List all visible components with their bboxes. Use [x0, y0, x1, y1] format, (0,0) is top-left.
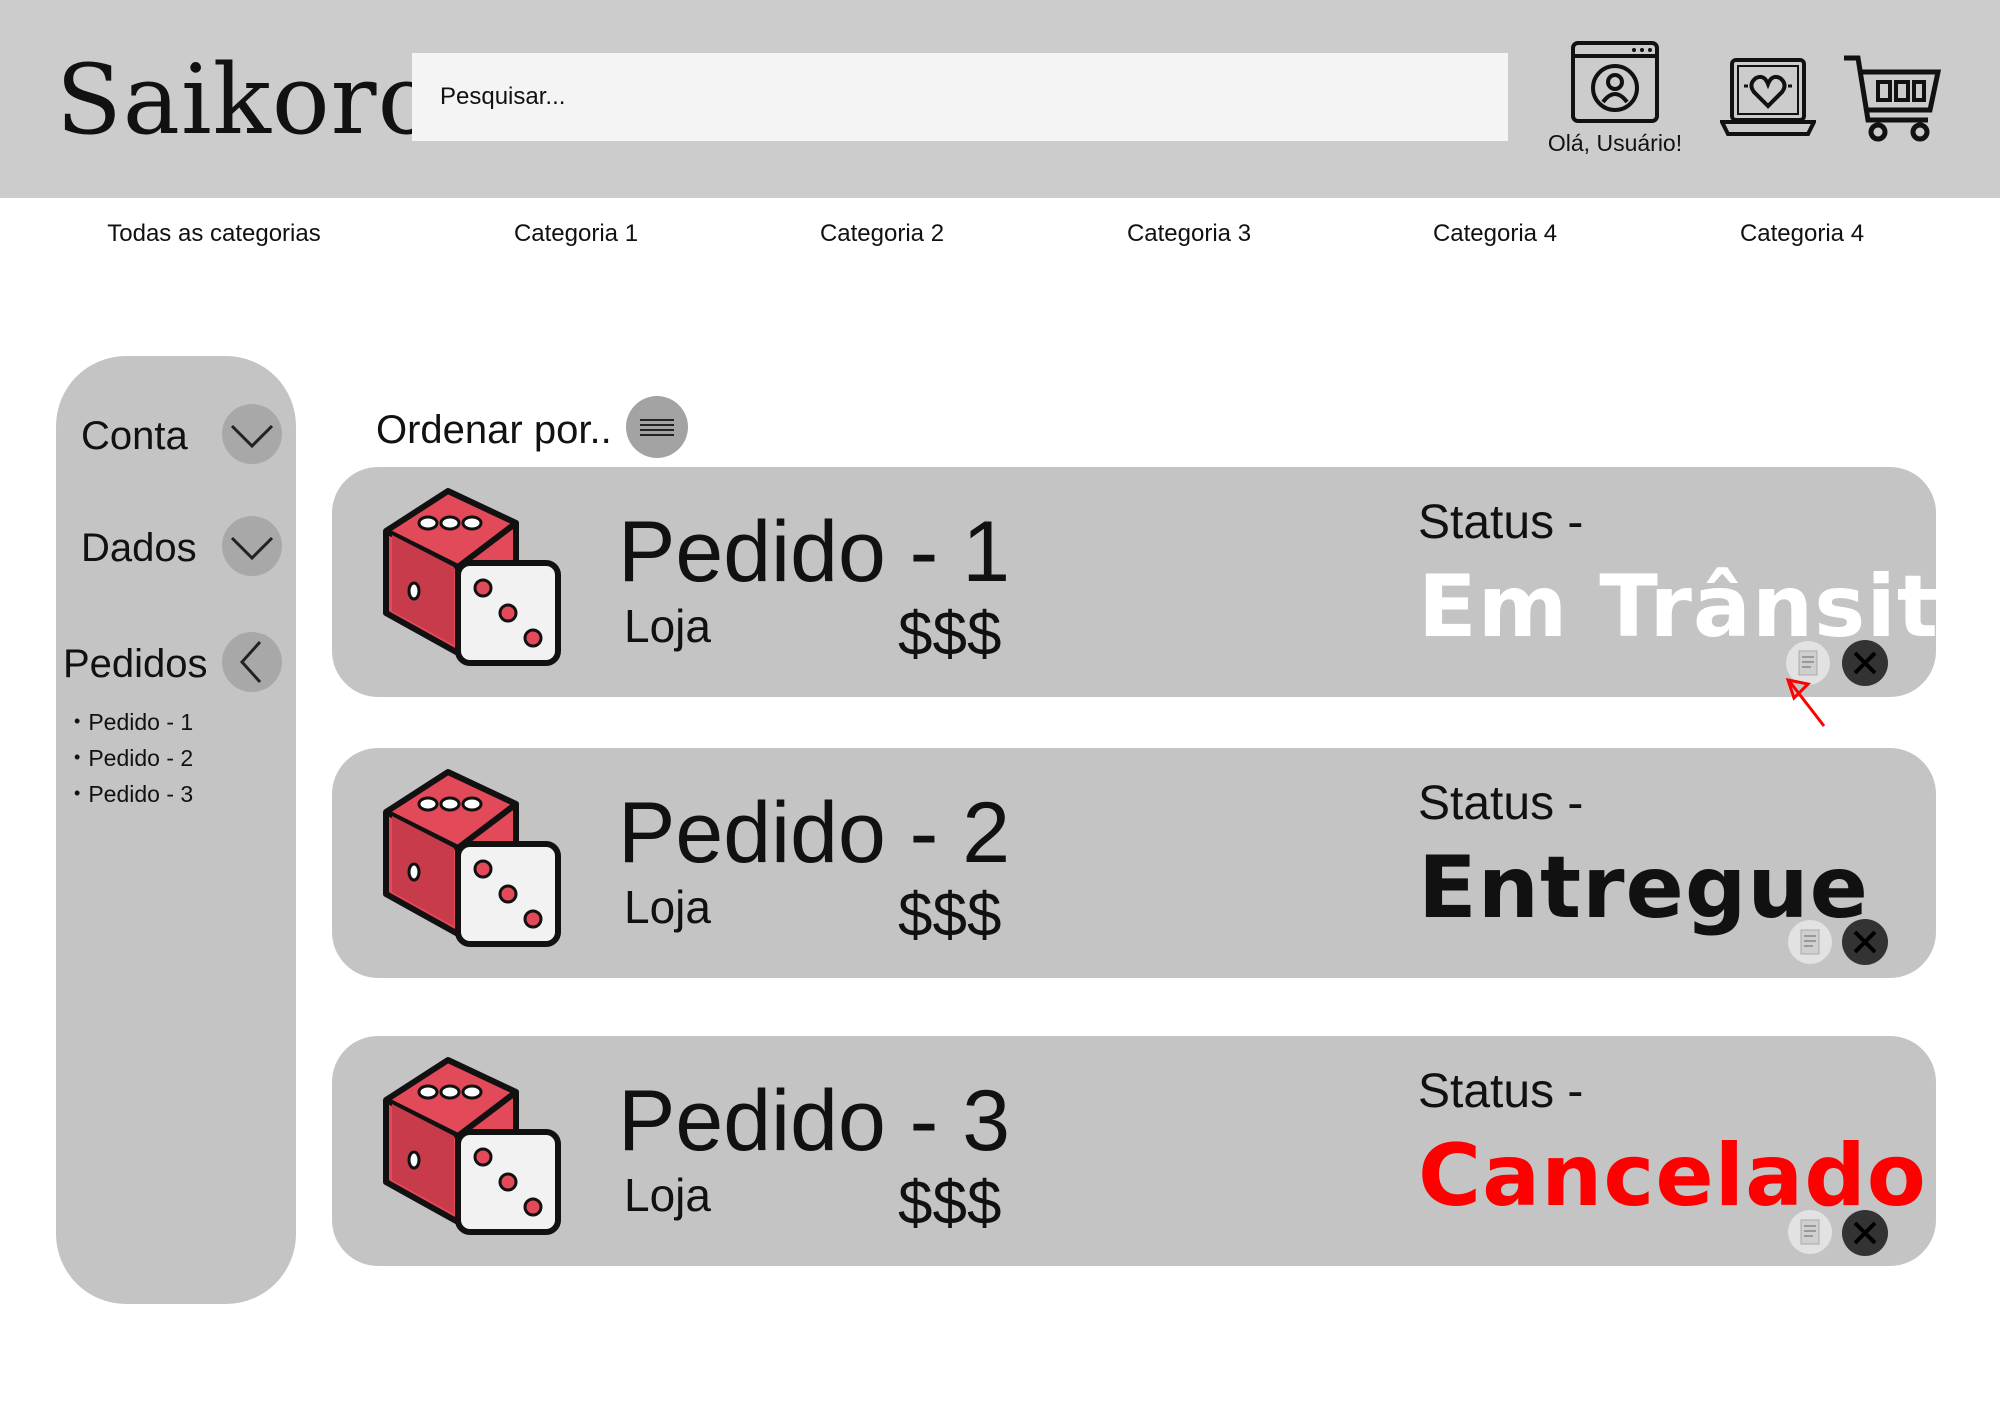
sidebar-order-link[interactable]: Pedido - 1	[74, 704, 193, 740]
dice-icon	[378, 764, 564, 950]
shopping-cart-icon	[1842, 55, 1942, 148]
order-store: Loja	[624, 881, 711, 933]
logo[interactable]: Saikoro	[56, 44, 436, 156]
sidebar-order-link[interactable]: Pedido - 3	[74, 776, 193, 812]
account-icon	[1560, 40, 1670, 124]
cart-button[interactable]	[1842, 54, 1942, 144]
category-3[interactable]: Categoria 3	[1127, 220, 1251, 248]
sidebar-order-link[interactable]: Pedido - 2	[74, 740, 193, 776]
red-arrow-icon	[1782, 674, 1828, 730]
order-price: $$$	[898, 600, 1002, 669]
category-4[interactable]: Categoria 4	[1433, 220, 1557, 248]
sidebar: Conta Dados Pedidos Pedido - 1 Pedido - …	[56, 356, 296, 1304]
chevron-down-icon[interactable]	[222, 516, 282, 576]
cancel-order-button[interactable]	[1842, 1210, 1888, 1256]
dice-icon	[378, 483, 564, 669]
close-icon	[1842, 930, 1888, 969]
order-details-button[interactable]	[1788, 920, 1832, 964]
category-1[interactable]: Categoria 1	[514, 220, 638, 248]
account-greeting: Olá, Usuário!	[1547, 130, 1683, 156]
document-icon	[1788, 929, 1832, 968]
order-card[interactable]: Pedido - 1 Loja $$$ Status - Em Trânsito	[332, 467, 1998, 697]
account-button[interactable]: Olá, Usuário!	[1548, 40, 1682, 160]
cancel-order-button[interactable]	[1842, 919, 1888, 965]
order-details-button[interactable]	[1788, 1210, 1832, 1254]
search-input[interactable]	[412, 53, 1508, 141]
sidebar-label-pedidos: Pedidos	[63, 642, 208, 686]
sidebar-item-pedidos[interactable]: Pedidos	[56, 632, 296, 696]
sidebar-item-dados[interactable]: Dados	[56, 516, 296, 580]
order-title: Pedido - 1	[618, 504, 1011, 600]
sort-label: Ordenar por..	[376, 408, 612, 452]
chevron-left-icon[interactable]	[222, 632, 282, 692]
status-label: Status -	[1418, 1065, 1584, 1118]
order-store: Loja	[624, 1169, 711, 1221]
sidebar-item-conta[interactable]: Conta	[56, 404, 296, 468]
order-store: Loja	[624, 600, 711, 652]
status-value: Em Trânsito	[1418, 557, 2000, 657]
order-price: $$$	[898, 1169, 1002, 1238]
header: Saikoro Olá, Usuário!	[0, 0, 2000, 198]
category-all[interactable]: Todas as categorias	[107, 220, 320, 248]
order-card[interactable]: Pedido - 3 Loja $$$ Status - Cancelado	[332, 1036, 1936, 1266]
order-title: Pedido - 2	[618, 785, 1011, 881]
status-label: Status -	[1418, 777, 1584, 830]
order-title: Pedido - 3	[618, 1073, 1011, 1169]
status-label: Status -	[1418, 496, 1584, 549]
close-icon	[1842, 1221, 1888, 1260]
wishlist-button[interactable]	[1718, 56, 1818, 140]
wishlist-laptop-heart-icon	[1718, 58, 1818, 144]
category-nav: Todas as categorias Categoria 1 Categori…	[0, 198, 2000, 278]
chevron-down-icon[interactable]	[222, 404, 282, 464]
menu-lines-icon	[626, 419, 688, 462]
category-4b[interactable]: Categoria 4	[1740, 220, 1864, 248]
sort-button[interactable]	[626, 396, 688, 458]
cancel-order-button[interactable]	[1842, 640, 1888, 686]
order-price: $$$	[898, 881, 1002, 950]
category-2[interactable]: Categoria 2	[820, 220, 944, 248]
sidebar-label-conta: Conta	[81, 414, 188, 458]
sidebar-label-dados: Dados	[81, 526, 197, 570]
order-card[interactable]: Pedido - 2 Loja $$$ Status - Entregue	[332, 748, 1936, 978]
close-icon	[1842, 651, 1888, 690]
sidebar-orders-list: Pedido - 1 Pedido - 2 Pedido - 3	[74, 704, 193, 812]
dice-icon	[378, 1052, 564, 1238]
document-icon	[1788, 1219, 1832, 1258]
